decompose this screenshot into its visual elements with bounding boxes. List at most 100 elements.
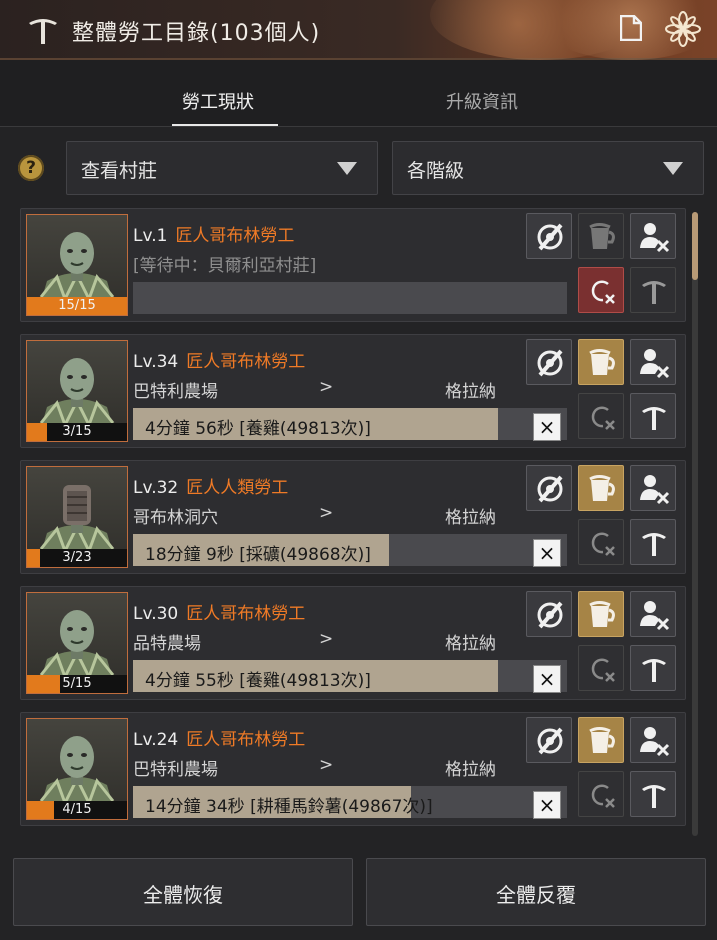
fire-worker-button[interactable] xyxy=(630,213,676,259)
help-icon[interactable]: ? xyxy=(18,155,44,181)
task-progress-bar: 18分鐘 9秒 [採礦(49868次)] xyxy=(133,534,567,566)
hide-worker-button[interactable] xyxy=(526,591,572,637)
window-title: 整體勞工目錄(103個人) xyxy=(72,21,321,46)
fire-worker-icon xyxy=(640,601,670,631)
stamina-text: 15/15 xyxy=(58,298,96,313)
worker-portrait: 5/15 xyxy=(26,592,128,694)
scrollbar-track[interactable] xyxy=(692,212,698,836)
stop-repeat-button[interactable] xyxy=(578,393,624,439)
stamina-recover-button[interactable] xyxy=(578,465,624,511)
hide-icon xyxy=(537,349,563,377)
cancel-task-button[interactable]: × xyxy=(533,413,561,441)
flower-icon[interactable] xyxy=(664,10,702,48)
hide-icon xyxy=(537,223,563,251)
cancel-task-button[interactable]: × xyxy=(533,665,561,693)
worker-town: 格拉納 xyxy=(445,508,496,528)
dropdown-arrow-icon xyxy=(663,162,683,175)
beer-icon xyxy=(589,475,615,501)
fire-worker-button[interactable] xyxy=(630,465,676,511)
stamina-recover-button[interactable] xyxy=(578,591,624,637)
repeat-all-label: 全體反覆 xyxy=(496,883,576,907)
tier-dropdown[interactable]: 各階級 xyxy=(392,141,704,195)
worker-card[interactable]: 3/23 Lv.32 匠人人類勞工哥布林洞穴 > 格拉納 18分鐘 9秒 [採礦(4986… xyxy=(20,460,686,574)
fire-worker-button[interactable] xyxy=(630,591,676,637)
stop-repeat-button[interactable] xyxy=(578,645,624,691)
task-text: 4分鐘 55秒 [養雞(49813次)] xyxy=(145,671,371,691)
hide-icon xyxy=(537,475,563,503)
document-icon[interactable] xyxy=(620,15,642,41)
worker-portrait: 3/15 xyxy=(26,340,128,442)
worker-level: Lv.32 匠人人類勞工 xyxy=(133,473,288,498)
stop-repeat-button[interactable] xyxy=(578,267,624,313)
upgrade-worker-button[interactable] xyxy=(630,771,676,817)
upgrade-icon xyxy=(642,785,666,808)
cancel-task-button[interactable]: × xyxy=(533,791,561,819)
scrollbar-thumb[interactable] xyxy=(692,212,698,280)
beer-icon xyxy=(589,601,615,627)
stamina-bar: 3/15 xyxy=(27,423,127,441)
task-progress-bar: 4分鐘 55秒 [養雞(49813次)] xyxy=(133,660,567,692)
worker-name: 匠人哥布林勞工 xyxy=(186,730,306,750)
worker-level: Lv.24 匠人哥布林勞工 xyxy=(133,725,305,750)
hide-worker-button[interactable] xyxy=(526,213,572,259)
hide-worker-button[interactable] xyxy=(526,339,572,385)
worker-location: 哥布林洞穴 xyxy=(133,508,218,528)
worker-name: 匠人哥布林勞工 xyxy=(186,352,306,372)
stamina-bar: 3/23 xyxy=(27,549,127,567)
active-tab-indicator xyxy=(172,124,278,126)
worker-card[interactable]: 15/15 Lv.1 匠人哥布林勞工 [等待中：貝爾利亞村莊] xyxy=(20,208,686,322)
level-text: Lv.24 xyxy=(133,730,179,750)
pickaxe-icon xyxy=(29,19,57,44)
fire-worker-button[interactable] xyxy=(630,339,676,385)
task-progress-bar: 14分鐘 34秒 [耕種馬鈴薯(49867次)] xyxy=(133,786,567,818)
task-progress-bar: 4分鐘 56秒 [養雞(49813次)] xyxy=(133,408,567,440)
upgrade-worker-button[interactable] xyxy=(630,645,676,691)
hide-icon xyxy=(537,727,563,755)
beer-icon xyxy=(589,727,615,753)
level-text: Lv.30 xyxy=(133,604,179,624)
tier-dropdown-label: 各階級 xyxy=(407,160,465,182)
stamina-text: 3/15 xyxy=(62,424,92,439)
fire-worker-icon xyxy=(640,223,670,253)
stamina-recover-button[interactable] xyxy=(578,339,624,385)
worker-name: 匠人哥布林勞工 xyxy=(175,226,295,246)
worker-portrait: 4/15 xyxy=(26,718,128,820)
worker-list[interactable]: 15/15 Lv.1 匠人哥布林勞工 [等待中：貝爾利亞村莊] 3/15 Lv.34 匠人哥… xyxy=(14,208,688,838)
upgrade-worker-button[interactable] xyxy=(630,267,676,313)
worker-status: [等待中：貝爾利亞村莊] xyxy=(133,256,317,276)
upgrade-worker-button[interactable] xyxy=(630,519,676,565)
stop-repeat-button[interactable] xyxy=(578,771,624,817)
stamina-bar: 5/15 xyxy=(27,675,127,693)
stamina-recover-button[interactable] xyxy=(578,717,624,763)
recover-all-label: 全體恢復 xyxy=(143,883,223,907)
tab-worker-status[interactable]: 勞工現狀 xyxy=(182,88,254,114)
upgrade-icon xyxy=(642,659,666,682)
hide-worker-button[interactable] xyxy=(526,717,572,763)
hide-worker-button[interactable] xyxy=(526,465,572,511)
fire-worker-icon xyxy=(640,475,670,505)
tab-bar xyxy=(0,60,717,127)
stop-repeat-button[interactable] xyxy=(578,519,624,565)
stamina-recover-button[interactable] xyxy=(578,213,624,259)
level-text: Lv.34 xyxy=(133,352,179,372)
task-text: 14分鐘 34秒 [耕種馬鈴薯(49867次)] xyxy=(145,797,433,817)
worker-card[interactable]: 3/15 Lv.34 匠人哥布林勞工 巴特利農場 > 格拉納 4分鐘 56秒 [養雞(498… xyxy=(20,334,686,448)
stop-repeat-icon xyxy=(591,280,615,304)
upgrade-worker-button[interactable] xyxy=(630,393,676,439)
stamina-text: 5/15 xyxy=(62,676,92,691)
chevron-right-icon: > xyxy=(319,503,334,523)
tab-upgrade-info[interactable]: 升級資訊 xyxy=(446,88,518,114)
worker-name: 匠人人類勞工 xyxy=(186,478,289,498)
repeat-all-button[interactable]: 全體反覆 xyxy=(366,858,706,926)
task-text: 4分鐘 56秒 [養雞(49813次)] xyxy=(145,419,371,439)
chevron-right-icon: > xyxy=(319,755,334,775)
worker-card[interactable]: 5/15 Lv.30 匠人哥布林勞工 品特農場 > 格拉納 4分鐘 55秒 [養雞(4981… xyxy=(20,586,686,700)
fire-worker-button[interactable] xyxy=(630,717,676,763)
worker-card[interactable]: 4/15 Lv.24 匠人哥布林勞工 巴特利農場 > 格拉納 14分鐘 34秒 [耕種馬鈴薯… xyxy=(20,712,686,826)
village-dropdown[interactable]: 查看村莊 xyxy=(66,141,378,195)
cancel-task-button[interactable]: × xyxy=(533,539,561,567)
stamina-bar: 4/15 xyxy=(27,801,127,819)
worker-level: Lv.1 匠人哥布林勞工 xyxy=(133,221,294,246)
worker-location: 巴特利農場 xyxy=(133,382,218,402)
recover-all-button[interactable]: 全體恢復 xyxy=(13,858,353,926)
